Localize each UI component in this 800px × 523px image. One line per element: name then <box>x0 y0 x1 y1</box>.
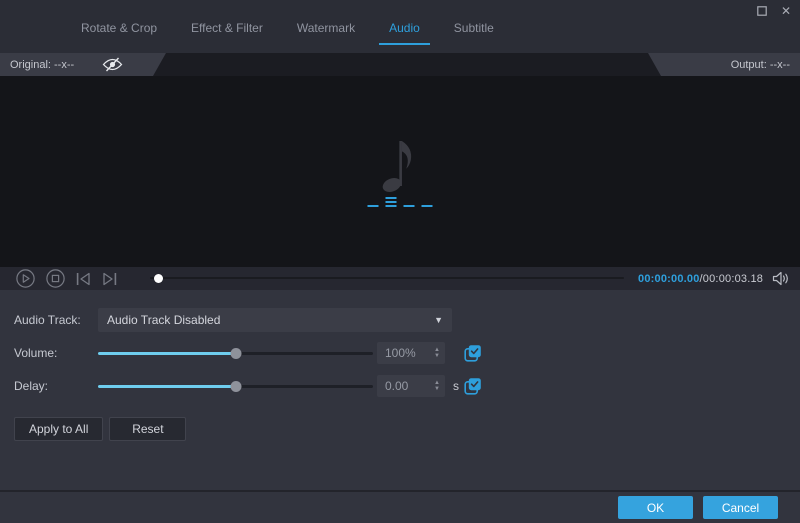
window-controls: ✕ <box>754 3 794 19</box>
original-resolution-badge: Original: --x-- <box>0 53 166 76</box>
maximize-icon[interactable] <box>754 3 770 19</box>
volume-value: 100% <box>385 346 416 360</box>
spinner-down-icon[interactable]: ▼ <box>434 386 440 392</box>
tab-effect-filter[interactable]: Effect & Filter <box>174 15 280 45</box>
volume-row: Volume: 100% ▲ ▼ <box>14 341 800 365</box>
stop-icon[interactable] <box>46 269 65 288</box>
audio-track-dropdown[interactable]: Audio Track Disabled ▼ <box>98 308 452 332</box>
tab-list: Rotate & Crop Effect & Filter Watermark … <box>64 7 511 53</box>
speaker-icon[interactable] <box>772 271 789 286</box>
audio-settings-panel: Audio Track: Audio Track Disabled ▼ Volu… <box>0 290 800 490</box>
volume-handle[interactable] <box>230 348 241 359</box>
action-button-row: Apply to All Reset <box>14 417 800 441</box>
volume-slider[interactable] <box>98 341 373 365</box>
video-preview-area <box>0 76 800 267</box>
delay-unit-label: s <box>453 379 459 393</box>
volume-fill <box>98 352 236 355</box>
tab-audio[interactable]: Audio <box>372 15 437 45</box>
audio-track-row: Audio Track: Audio Track Disabled ▼ <box>14 308 800 332</box>
volume-label: Volume: <box>14 346 58 360</box>
apply-volume-to-all-icon[interactable] <box>464 344 482 362</box>
previous-frame-icon[interactable] <box>76 272 91 286</box>
delay-spinner: ▲ ▼ <box>434 380 445 392</box>
delay-slider[interactable] <box>98 374 373 398</box>
progress-handle[interactable] <box>153 274 163 283</box>
ok-button[interactable]: OK <box>618 496 693 519</box>
equalizer-bar <box>367 205 379 207</box>
resolution-strip: Original: --x-- Output: --x-- <box>0 53 800 76</box>
play-icon[interactable] <box>16 269 35 288</box>
reset-button[interactable]: Reset <box>109 417 187 441</box>
audio-track-selected-value: Audio Track Disabled <box>107 313 221 327</box>
spinner-down-icon[interactable]: ▼ <box>434 353 440 359</box>
apply-delay-to-all-icon[interactable] <box>464 377 482 395</box>
music-note-icon <box>379 133 425 200</box>
delay-value: 0.00 <box>385 379 409 393</box>
equalizer-bar <box>403 205 415 207</box>
total-time: 00:00:03.18 <box>702 272 764 285</box>
delay-handle[interactable] <box>230 381 241 392</box>
apply-to-all-button[interactable]: Apply to All <box>14 417 104 441</box>
tab-subtitle[interactable]: Subtitle <box>437 15 511 45</box>
time-display: 00:00:00.00/00:00:03.18 <box>638 273 763 285</box>
output-resolution-label: Output: --x-- <box>730 58 790 71</box>
player-bar: 00:00:00.00/00:00:03.18 <box>0 267 800 290</box>
loading-equalizer-icon <box>367 197 433 207</box>
delay-fill <box>98 385 236 388</box>
dialog-footer: OK Cancel <box>0 490 800 523</box>
current-time: 00:00:00.00 <box>638 272 700 285</box>
tab-bar: Rotate & Crop Effect & Filter Watermark … <box>0 0 800 53</box>
delay-value-field[interactable]: 0.00 ▲ ▼ <box>377 375 445 397</box>
volume-spinner: ▲ ▼ <box>434 347 445 359</box>
original-resolution-label: Original: --x-- <box>10 58 75 71</box>
tab-rotate-crop[interactable]: Rotate & Crop <box>64 15 174 45</box>
delay-row: Delay: 0.00 ▲ ▼ s <box>14 374 800 398</box>
progress-track[interactable] <box>150 277 624 279</box>
equalizer-bar <box>385 197 397 207</box>
tab-watermark[interactable]: Watermark <box>280 15 372 45</box>
audio-track-label: Audio Track: <box>14 313 81 327</box>
chevron-down-icon: ▼ <box>434 315 443 325</box>
eye-off-icon[interactable] <box>102 57 123 72</box>
cancel-button[interactable]: Cancel <box>703 496 778 519</box>
volume-value-field[interactable]: 100% ▲ ▼ <box>377 342 445 364</box>
next-frame-icon[interactable] <box>102 272 117 286</box>
equalizer-bar <box>421 205 433 207</box>
playback-progress-slider[interactable] <box>150 267 624 290</box>
delay-label: Delay: <box>14 379 49 393</box>
close-icon[interactable]: ✕ <box>778 3 794 19</box>
audio-settings-dialog: Rotate & Crop Effect & Filter Watermark … <box>0 0 800 523</box>
output-resolution-badge: Output: --x-- <box>648 53 800 76</box>
